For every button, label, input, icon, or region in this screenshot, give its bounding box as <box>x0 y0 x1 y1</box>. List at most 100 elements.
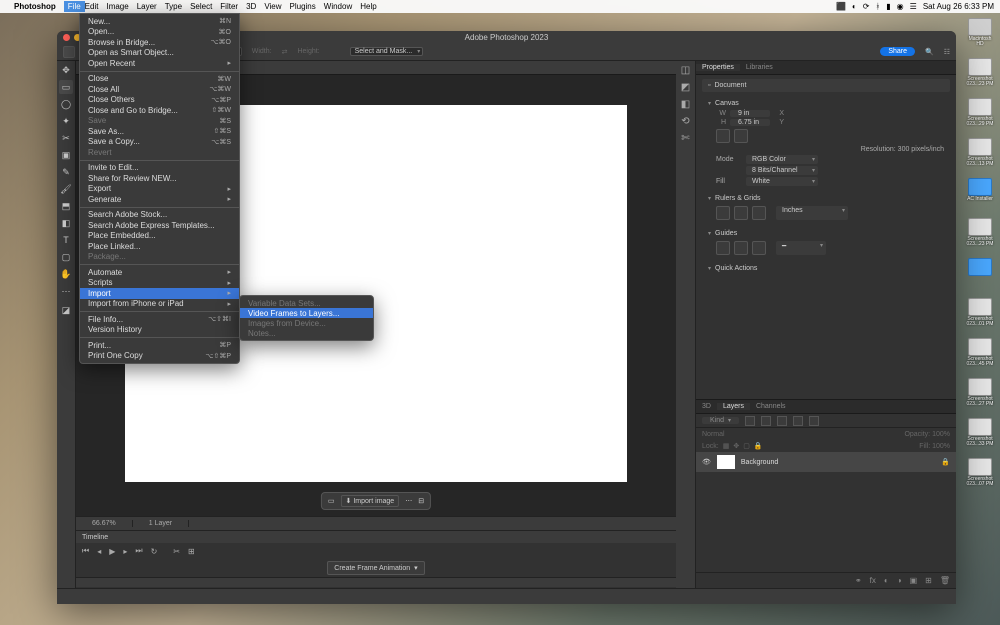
menu-item[interactable]: Close All⌥⌘W <box>80 84 239 95</box>
menu-item[interactable]: Save a Copy...⌥⌘S <box>80 137 239 148</box>
screenshot-file[interactable]: Screenshot 023...45 PM <box>966 338 994 370</box>
menu-filter[interactable]: Filter <box>220 2 238 11</box>
fill-dropdown[interactable]: White <box>746 177 818 186</box>
guide-icon[interactable] <box>752 241 766 255</box>
menu-item[interactable]: Close and Go to Bridge...⇧⌘W <box>80 105 239 116</box>
tl-scissors-icon[interactable]: ✂ <box>173 547 180 556</box>
mode-dropdown[interactable]: RGB Color <box>746 155 818 164</box>
timeline-tab[interactable]: Timeline <box>76 531 676 543</box>
landscape-icon[interactable] <box>734 129 748 143</box>
type-tool[interactable]: T <box>59 233 73 247</box>
fx-icon[interactable]: fx <box>870 576 876 585</box>
channels-tab[interactable]: Channels <box>750 403 792 410</box>
menu-item[interactable]: Browse in Bridge...⌥⌘O <box>80 37 239 48</box>
menu-item[interactable]: Search Adobe Express Templates... <box>80 220 239 231</box>
screenshot-file[interactable]: Screenshot 023...23 PM <box>966 218 994 250</box>
status-icon[interactable]: ⬛ <box>836 2 846 11</box>
menu-item[interactable]: Version History <box>80 325 239 336</box>
tl-play-icon[interactable]: ▶ <box>109 547 115 556</box>
menu-item[interactable]: Place Embedded... <box>80 231 239 242</box>
width-field[interactable]: 9 in <box>730 110 770 117</box>
menu-item[interactable]: Automate <box>80 267 239 278</box>
tl-transition-icon[interactable]: ⊞ <box>188 547 195 556</box>
group-icon[interactable]: ▣ <box>910 576 918 585</box>
color-swatch[interactable]: ◪ <box>59 301 73 319</box>
delete-layer-icon[interactable]: 🗑 <box>940 576 950 585</box>
grid-icon[interactable] <box>734 206 748 220</box>
menu-item[interactable]: Import from iPhone or iPad <box>80 299 239 310</box>
menu-item[interactable]: Open...⌘O <box>80 27 239 38</box>
bluetooth-icon[interactable]: ᚼ <box>875 2 880 11</box>
pixel-grid-icon[interactable] <box>752 206 766 220</box>
folder-icon[interactable]: AC Installer <box>966 178 994 210</box>
lock-artboard-icon[interactable]: ▢ <box>743 442 750 450</box>
shape-tool[interactable]: ▢ <box>59 250 73 264</box>
drive-icon[interactable]: Macintosh HD <box>966 18 994 50</box>
create-frame-button[interactable]: Create Frame Animation▾ <box>327 561 424 575</box>
ruler-icon[interactable] <box>716 206 730 220</box>
crop-tool[interactable]: ✂ <box>59 131 73 145</box>
guide-style-dropdown[interactable]: ━ <box>776 241 826 255</box>
menu-edit[interactable]: Edit <box>85 2 99 11</box>
battery-icon[interactable]: ▮ <box>886 2 890 11</box>
control-center-icon[interactable]: ☰ <box>910 2 917 11</box>
opacity-field[interactable]: 100% <box>932 431 950 438</box>
tl-first-icon[interactable]: ⏮ <box>82 546 89 556</box>
folder-icon[interactable] <box>966 258 994 290</box>
portrait-icon[interactable] <box>716 129 730 143</box>
guide-icon[interactable] <box>716 241 730 255</box>
menu-image[interactable]: Image <box>106 2 128 11</box>
lasso-tool[interactable]: ◯ <box>59 97 73 111</box>
screenshot-file[interactable]: Screenshot 023...07 PM <box>966 458 994 490</box>
menu-item[interactable]: Share for Review NEW... <box>80 173 239 184</box>
visibility-icon[interactable]: 👁 <box>702 458 711 466</box>
history-panel-icon[interactable]: ⟲ <box>681 116 689 127</box>
eyedropper-tool[interactable]: ✎ <box>59 165 73 179</box>
search-icon[interactable]: 🔍 <box>925 48 934 56</box>
wifi-icon[interactable]: ◉ <box>897 2 904 11</box>
adjustments-panel-icon[interactable]: ◧ <box>681 99 690 110</box>
menu-item[interactable]: Invite to Edit... <box>80 163 239 174</box>
menu-item[interactable]: Close Others⌥⌘P <box>80 95 239 106</box>
select-mask-button[interactable]: Select and Mask... <box>350 47 424 56</box>
brush-tool[interactable]: 🖌 <box>59 182 73 196</box>
layer-filter-dropdown[interactable]: Kind <box>702 417 739 424</box>
submenu-item[interactable]: Video Frames to Layers... <box>240 308 373 318</box>
screenshot-file[interactable]: Screenshot 023...29 PM <box>966 98 994 130</box>
menu-layer[interactable]: Layer <box>137 2 157 11</box>
screenshot-file[interactable]: Screenshot 023...33 PM <box>966 418 994 450</box>
menu-select[interactable]: Select <box>190 2 212 11</box>
tl-last-icon[interactable]: ⏭ <box>135 546 142 556</box>
gradient-tool[interactable]: ◧ <box>59 216 73 230</box>
lock-pixels-icon[interactable]: ▦ <box>723 442 730 450</box>
menu-view[interactable]: View <box>264 2 281 11</box>
taskbar-icon[interactable]: ▭ <box>328 497 335 505</box>
adjustment-icon[interactable]: ◑ <box>897 576 902 585</box>
menu-item[interactable]: Place Linked... <box>80 241 239 252</box>
marquee-tool[interactable]: ▭ <box>59 80 73 94</box>
sync-icon[interactable]: ⟳ <box>863 2 870 11</box>
workspace-icon[interactable]: ☷ <box>944 48 950 56</box>
new-layer-icon[interactable]: ⊞ <box>925 576 932 585</box>
menu-3d[interactable]: 3D <box>246 2 256 11</box>
layer-row[interactable]: 👁 Background 🔒 <box>696 452 956 472</box>
filter-smart-icon[interactable] <box>809 416 819 426</box>
filter-adjust-icon[interactable] <box>761 416 771 426</box>
move-tool[interactable]: ✥ <box>59 63 73 77</box>
menu-item[interactable]: Import <box>80 288 239 299</box>
guide-icon[interactable] <box>734 241 748 255</box>
more-tools[interactable]: ⋯ <box>59 284 73 298</box>
hand-tool[interactable]: ✋ <box>59 267 73 281</box>
menu-item[interactable]: File Info...⌥⇧⌘I <box>80 314 239 325</box>
menu-item[interactable]: Open as Smart Object... <box>80 48 239 59</box>
guides-section[interactable]: Guides <box>702 228 950 239</box>
home-icon[interactable] <box>63 46 75 58</box>
filter-type-icon[interactable] <box>777 416 787 426</box>
lock-all-icon[interactable]: 🔒 <box>754 442 763 450</box>
layer-thumbnail[interactable] <box>717 455 735 469</box>
menu-item[interactable]: Close⌘W <box>80 74 239 85</box>
zoom-readout[interactable]: 66.67% <box>76 520 133 527</box>
cc-icon[interactable]: ◐ <box>852 2 857 11</box>
filter-shape-icon[interactable] <box>793 416 803 426</box>
menu-item[interactable]: Print...⌘P <box>80 340 239 351</box>
